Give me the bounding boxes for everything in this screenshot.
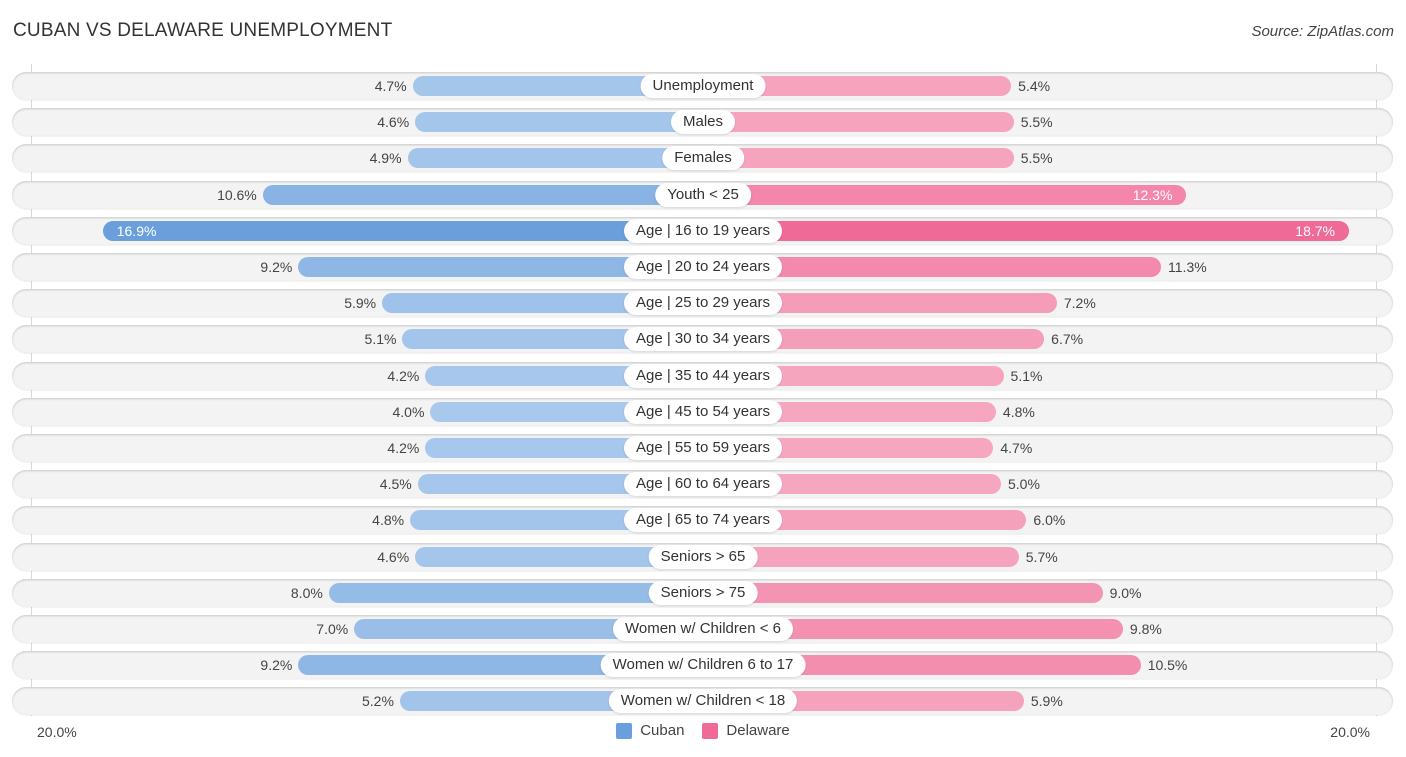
category-label: Youth < 25 xyxy=(655,182,751,207)
category-label: Seniors > 65 xyxy=(648,544,758,569)
value-label-cuban: 4.6% xyxy=(377,548,410,565)
value-label-delaware: 9.8% xyxy=(1129,621,1162,637)
value-label-cuban: 10.6% xyxy=(217,186,257,203)
value-label-delaware: 5.7% xyxy=(1025,548,1058,565)
value-label-cuban: 4.5% xyxy=(379,476,412,493)
value-label-cuban: 9.2% xyxy=(260,259,293,275)
legend-item-delaware[interactable]: Delaware xyxy=(702,722,790,739)
bar-delaware[interactable] xyxy=(703,112,1014,133)
value-label-delaware: 5.9% xyxy=(1030,693,1063,710)
value-label-cuban: 4.8% xyxy=(372,512,405,529)
value-label-cuban: 5.9% xyxy=(344,295,377,312)
category-label: Age | 20 to 24 years xyxy=(624,255,782,279)
value-label-delaware: 5.0% xyxy=(1008,476,1040,493)
bar-delaware[interactable] xyxy=(703,148,1014,169)
category-label: Males xyxy=(670,110,736,135)
legend: Cuban Delaware xyxy=(0,722,1406,739)
category-label: Women w/ Children < 18 xyxy=(608,689,798,714)
chart-title: CUBAN VS DELAWARE UNEMPLOYMENT xyxy=(13,20,393,41)
value-label-delaware: 10.5% xyxy=(1147,657,1188,674)
category-label: Women w/ Children 6 to 17 xyxy=(600,653,806,678)
value-label-delaware: 12.3% xyxy=(1132,186,1173,203)
value-label-delaware: 5.5% xyxy=(1020,114,1053,131)
value-label-cuban: 4.2% xyxy=(387,367,420,384)
value-label-delaware: 6.7% xyxy=(1051,331,1084,348)
category-label: Women w/ Children < 6 xyxy=(612,617,794,641)
value-label-cuban: 16.9% xyxy=(116,222,157,239)
legend-label-cuban: Cuban xyxy=(640,722,685,739)
category-label: Females xyxy=(662,146,744,171)
value-label-delaware: 18.7% xyxy=(1295,222,1335,239)
value-label-delaware: 5.4% xyxy=(1018,78,1051,94)
category-label: Unemployment xyxy=(640,74,766,98)
value-label-delaware: 11.3% xyxy=(1168,259,1207,275)
bar-cuban[interactable] xyxy=(262,184,703,205)
value-label-cuban: 4.0% xyxy=(392,403,425,420)
value-label-delaware: 6.0% xyxy=(1033,512,1066,529)
category-label: Age | 30 to 34 years xyxy=(624,327,782,352)
category-label: Age | 65 to 74 years xyxy=(624,508,782,533)
category-label: Age | 55 to 59 years xyxy=(624,436,782,460)
value-label-cuban: 9.2% xyxy=(260,657,293,674)
value-label-delaware: 7.2% xyxy=(1063,295,1096,312)
value-label-cuban: 4.2% xyxy=(387,440,420,456)
bar-cuban[interactable] xyxy=(102,220,703,241)
bar-cuban[interactable] xyxy=(415,112,703,133)
legend-label-delaware: Delaware xyxy=(726,722,790,739)
category-label: Age | 45 to 54 years xyxy=(624,399,782,424)
source-label: Source: ZipAtlas.com xyxy=(1251,23,1394,40)
category-label: Age | 35 to 44 years xyxy=(624,363,782,388)
value-label-cuban: 5.1% xyxy=(364,331,397,348)
value-label-cuban: 5.2% xyxy=(362,693,394,710)
value-label-cuban: 7.0% xyxy=(316,621,349,637)
bar-cuban[interactable] xyxy=(328,582,703,603)
category-label: Age | 16 to 19 years xyxy=(624,218,782,243)
value-label-cuban: 4.6% xyxy=(377,114,410,131)
category-label: Seniors > 75 xyxy=(648,580,758,605)
bar-delaware[interactable] xyxy=(703,582,1103,603)
bar-delaware[interactable] xyxy=(703,184,1187,205)
bar-delaware[interactable] xyxy=(703,220,1349,241)
value-label-cuban: 8.0% xyxy=(290,584,323,601)
category-label: Age | 60 to 64 years xyxy=(624,472,782,497)
value-label-delaware: 9.0% xyxy=(1109,584,1142,601)
bar-cuban[interactable] xyxy=(407,148,703,169)
value-label-delaware: 4.7% xyxy=(1000,440,1033,456)
legend-item-cuban[interactable]: Cuban xyxy=(616,722,684,739)
value-label-cuban: 4.9% xyxy=(369,150,402,167)
value-label-delaware: 5.5% xyxy=(1020,150,1053,167)
legend-swatch-cuban xyxy=(616,722,633,739)
value-label-cuban: 4.7% xyxy=(374,78,407,94)
legend-swatch-delaware xyxy=(702,722,719,739)
value-label-delaware: 4.8% xyxy=(1002,403,1035,420)
value-label-delaware: 5.1% xyxy=(1010,367,1043,384)
category-label: Age | 25 to 29 years xyxy=(624,291,782,316)
